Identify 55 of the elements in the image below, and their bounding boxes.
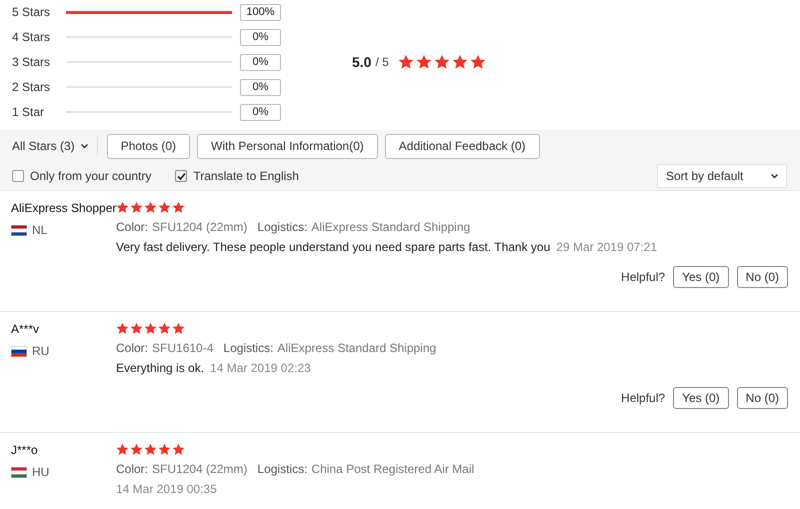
color-value: SFU1204 (22mm) [152, 220, 248, 234]
caret-icon [80, 144, 88, 148]
filter-button[interactable]: Additional Feedback (0) [384, 134, 540, 158]
checkbox[interactable] [175, 170, 188, 182]
star-level-label: 2 Stars [12, 80, 52, 94]
checkbox[interactable] [12, 170, 24, 182]
yes-button[interactable]: Yes (0) [673, 266, 729, 288]
percent-badge: 0% [240, 78, 281, 96]
logistics-label: Logistics: [257, 462, 308, 476]
sort-dropdown[interactable]: Sort by default [657, 164, 787, 188]
star-level-label: 4 Stars [12, 30, 52, 44]
checkbox-label: Translate to English [193, 169, 299, 183]
yes-button[interactable]: Yes (0) [673, 387, 729, 409]
star-level-label: 5 Stars [12, 5, 52, 19]
color-label: Color: [116, 220, 148, 234]
review-date: 14 Mar 2019 00:35 [116, 482, 217, 496]
review-text: Very fast delivery. These people understand you need spare parts fast. Thank you [116, 240, 550, 254]
no-button[interactable]: No (0) [736, 387, 788, 409]
country-code: RU [32, 344, 50, 358]
checkbox-label: Only from your country [30, 169, 152, 183]
caret-icon [771, 174, 778, 178]
color-value: SFU1610-4 [152, 341, 214, 355]
filter-button[interactable]: With Personal Information(0) [197, 134, 378, 158]
percent-badge: 0% [240, 54, 281, 70]
reviewer-name: A***v [11, 322, 40, 336]
percent-badge: 100% [240, 4, 281, 20]
review-date: 29 Mar 2019 07:21 [556, 240, 658, 254]
no-button[interactable]: No (0) [736, 266, 788, 288]
country-code: NL [32, 223, 48, 237]
percent-badge: 0% [240, 28, 281, 46]
color-value: SFU1204 (22mm) [152, 462, 248, 476]
filter-button[interactable]: Photos (0) [106, 134, 190, 158]
percent-badge: 0% [240, 104, 281, 120]
flag-icon [11, 224, 27, 236]
logistics-value: China Post Registered Air Mail [311, 462, 474, 476]
reviewer-name: J***o [11, 443, 39, 457]
logistics-label: Logistics: [223, 341, 274, 355]
star-level-label: 3 Stars [12, 55, 52, 69]
flag-icon [11, 346, 27, 356]
helpful-label: Helpful? [621, 270, 666, 284]
score-scale: / 5 [375, 55, 389, 69]
average-score: 5.0 [352, 54, 372, 70]
logistics-label: Logistics: [257, 220, 308, 234]
color-label: Color: [116, 462, 148, 476]
logistics-value: AliExpress Standard Shipping [311, 220, 470, 234]
color-label: Color: [116, 341, 148, 355]
logistics-value: AliExpress Standard Shipping [277, 341, 436, 355]
review-date: 14 Mar 2019 02:23 [210, 361, 311, 375]
helpful-label: Helpful? [621, 391, 666, 405]
stars-dropdown[interactable]: All Stars (3) [12, 139, 88, 153]
star-level-label: 1 Star [12, 105, 46, 119]
flag-icon [11, 466, 27, 478]
country-code: HU [32, 465, 50, 479]
review-text: Everything is ok. [116, 361, 204, 375]
reviewer-name: AliExpress Shopper [11, 201, 116, 215]
